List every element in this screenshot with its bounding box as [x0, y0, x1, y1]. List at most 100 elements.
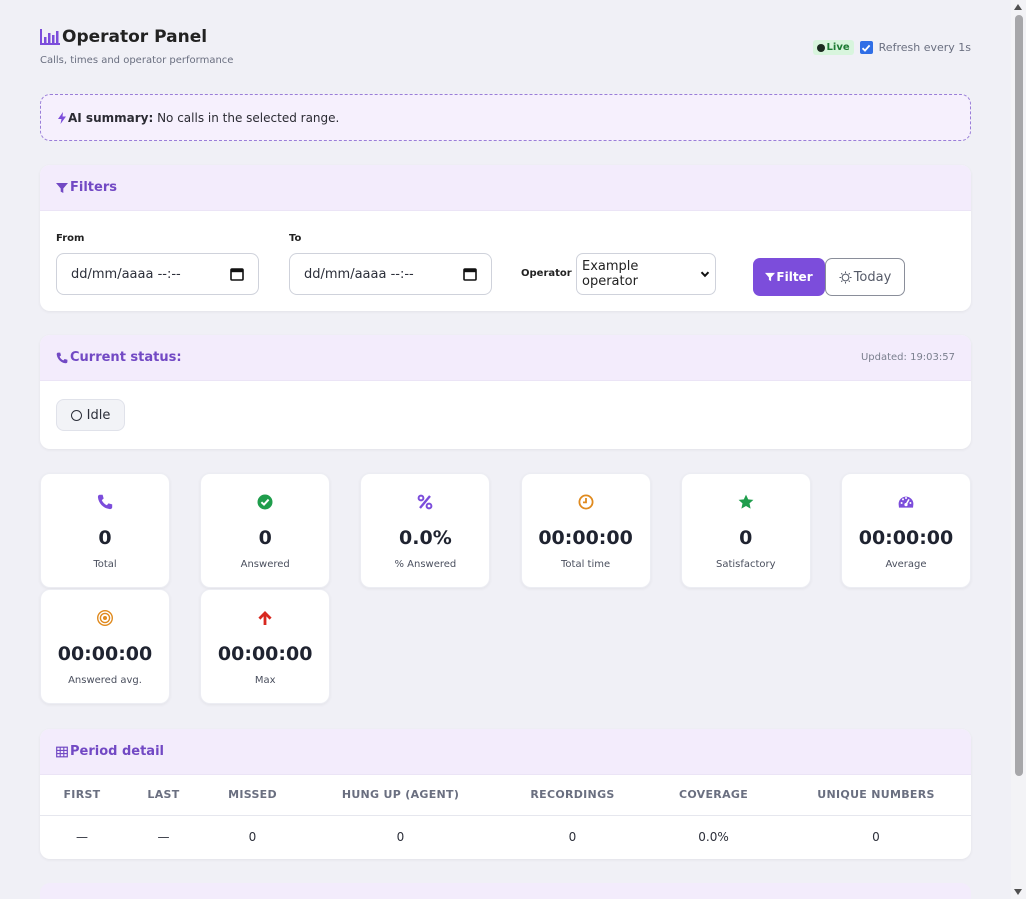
column-header: HUNG UP (AGENT) — [302, 775, 499, 816]
funnel-icon — [765, 272, 776, 282]
check-circle-icon — [201, 494, 329, 512]
calendar-icon[interactable] — [463, 267, 477, 281]
table-row: — — 0 0 0 0.0% 0 — [40, 815, 971, 858]
filters-title: Filters — [70, 180, 117, 195]
live-label: Live — [826, 42, 850, 53]
funnel-icon — [56, 182, 68, 193]
live-badge: Live — [812, 40, 854, 55]
status-badge: Idle — [56, 399, 125, 431]
column-header: UNIQUE NUMBERS — [781, 775, 971, 816]
sun-icon — [839, 270, 852, 284]
stat-card-max: 00:00:00 Max — [200, 589, 331, 704]
live-dot-icon — [816, 43, 825, 52]
live-controls: Live Refresh every 1s — [812, 40, 971, 55]
table-cell: — — [76, 829, 88, 844]
bar-chart-icon — [40, 29, 60, 45]
from-label: From — [56, 233, 85, 244]
refresh-checkbox[interactable] — [859, 41, 873, 54]
star-icon — [682, 494, 810, 512]
page-title: Operator Panel — [40, 27, 207, 47]
stat-card-total: 0 Total — [40, 473, 170, 588]
stat-value: 00:00:00 — [858, 527, 954, 549]
stat-card-total-time: 00:00:00 Total time — [520, 473, 651, 588]
to-label: To — [289, 233, 302, 244]
stat-label: Answered — [240, 559, 290, 570]
status-updated: Updated: 19:03:57 — [860, 352, 955, 363]
scroll-up-arrow-icon[interactable] — [1014, 4, 1022, 10]
chevron-down-icon — [700, 271, 710, 278]
stat-label: Total — [93, 559, 117, 570]
operator-select-value: Example operator — [582, 259, 639, 289]
today-button-label: Today — [853, 269, 892, 285]
operator-label: Operator — [521, 268, 572, 279]
phone-icon — [41, 494, 169, 512]
filter-button[interactable]: Filter — [753, 258, 825, 296]
stat-label: Satisfactory — [715, 559, 776, 570]
stat-card-average: 00:00:00 Average — [841, 473, 971, 588]
stat-value: 0 — [258, 527, 272, 549]
period-title: Period detail — [70, 744, 164, 759]
filter-button-label: Filter — [776, 270, 813, 284]
table-cell: 0.0% — [698, 829, 729, 844]
table-cell: 0 — [568, 829, 577, 844]
column-header: COVERAGE — [646, 775, 781, 816]
arrow-up-icon — [201, 610, 329, 628]
scrollbar-thumb[interactable] — [1015, 15, 1023, 776]
stat-card-answered: 0.0% % Answered — [360, 473, 491, 588]
period-header: Period detail — [40, 729, 971, 775]
column-header: LAST — [124, 775, 203, 816]
target-icon — [41, 610, 169, 628]
today-button[interactable]: Today — [825, 258, 905, 296]
operator-panel-page: Operator Panel Calls, times and operator… — [40, 0, 971, 899]
page-header: Operator Panel Calls, times and operator… — [40, 0, 971, 94]
ai-summary-prefix: AI summary: — [68, 110, 154, 125]
period-table-header: FIRST LAST MISSED HUNG UP (AGENT) RECORDINGS… — [40, 775, 971, 816]
status-title: Current status: — [70, 350, 182, 365]
refresh-label: Refresh every 1s — [878, 41, 971, 54]
stat-value: 0 — [98, 527, 112, 549]
table-icon — [56, 746, 68, 757]
stat-label: Average — [885, 559, 927, 570]
clock-icon — [522, 494, 650, 512]
stat-value: 00:00:00 — [57, 643, 153, 665]
calendar-icon[interactable] — [230, 267, 244, 281]
table-cell: 0 — [396, 829, 405, 844]
period-detail-card: Period detail FIRST LAST MISSED HUNG UP (AG… — [40, 729, 971, 859]
circle-icon — [70, 409, 82, 421]
operator-select[interactable]: Example operator — [576, 253, 716, 295]
percent-icon — [361, 494, 489, 512]
table-cell: 0 — [872, 829, 880, 844]
stat-label: Answered avg. — [68, 675, 142, 686]
current-status-card: Current status: Updated: 19:03:57 Idle — [40, 335, 971, 449]
stat-card-answered-avg: 00:00:00 Answered avg. — [40, 589, 170, 704]
stat-label: Max — [254, 675, 276, 686]
column-header: FIRST — [40, 775, 124, 816]
column-header: RECORDINGS — [499, 775, 646, 816]
status-header: Current status: Updated: 19:03:57 — [40, 335, 971, 381]
stat-card-satisfactory: 0 Satisfactory — [680, 473, 811, 588]
stat-value: 00:00:00 — [217, 643, 313, 665]
gauge-icon — [842, 494, 970, 512]
stat-label: Total time — [561, 559, 611, 570]
filters-body: From dd/mm/aaaa --:-- To dd/mm/aaaa --:-… — [40, 211, 971, 311]
stat-label: % Answered — [394, 559, 457, 570]
stat-value: 0.0% — [399, 527, 452, 549]
from-date-input[interactable]: dd/mm/aaaa --:-- — [56, 253, 259, 295]
from-date-placeholder: dd/mm/aaaa --:-- — [71, 266, 181, 282]
filters-header: Filters — [40, 165, 971, 211]
table-cell: — — [157, 829, 170, 844]
stat-value: 00:00:00 — [538, 527, 633, 549]
phone-icon — [56, 352, 68, 363]
period-table: FIRST LAST MISSED HUNG UP (AGENT) RECORDINGS… — [40, 775, 971, 858]
stat-value: 0 — [739, 527, 753, 549]
checkmark-icon — [862, 44, 871, 52]
to-date-input[interactable]: dd/mm/aaaa --:-- — [289, 253, 492, 295]
table-cell: 0 — [248, 829, 257, 844]
scroll-down-arrow-icon[interactable] — [1014, 889, 1022, 895]
vertical-scrollbar[interactable] — [1011, 0, 1026, 899]
stat-card-answered: 0 Answered — [200, 473, 331, 588]
ai-summary-box: AI summary: No calls in the selected ran… — [40, 94, 971, 141]
page-title-text: Operator Panel — [62, 27, 208, 47]
filters-card: Filters From dd/mm/aaaa --:-- To dd/mm/a… — [40, 165, 971, 311]
bolt-icon — [58, 111, 66, 124]
